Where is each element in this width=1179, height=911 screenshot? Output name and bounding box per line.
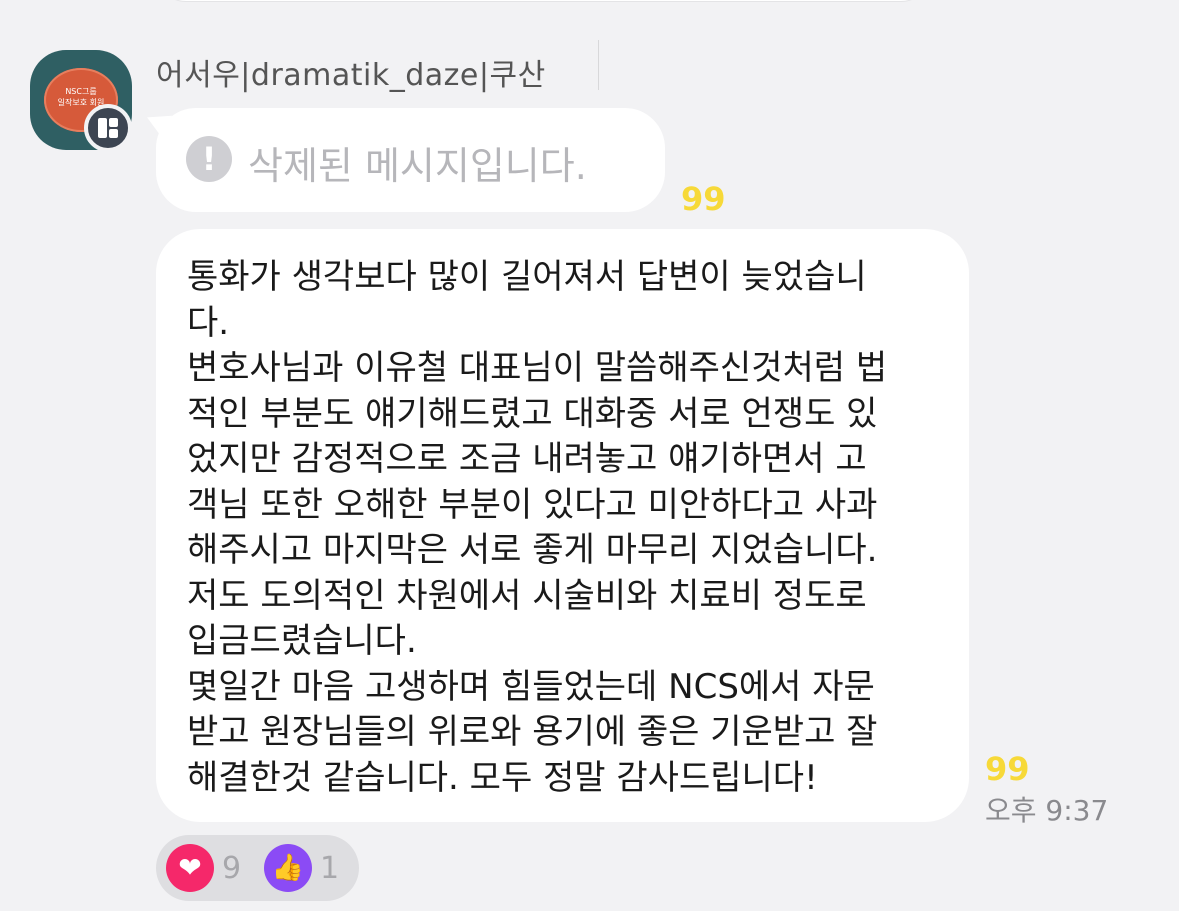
- deleted-message-text: 삭제된 메시지입니다.: [248, 144, 587, 188]
- previous-message-bubble[interactable]: [156, 0, 931, 2]
- divider: [598, 40, 599, 90]
- message-line: 해결한것 같습니다. 모두 정말 감사드립니다!: [187, 757, 818, 798]
- message-line: 객님 또한 오해한 부분이 있다고 미안하다고 사과: [187, 484, 878, 525]
- message-line: 통화가 생각보다 많이 길어져서 답변이 늦었습니: [187, 257, 867, 297]
- heart-icon[interactable]: ❤: [166, 844, 214, 892]
- message-line: 었지만 감정적으로 조금 내려놓고 얘기하면서 고: [187, 439, 867, 479]
- message-line: 받고 원장님들의 위로와 용기에 좋은 기운받고 잘: [187, 712, 878, 752]
- thumbs-up-icon[interactable]: 👍: [264, 844, 312, 892]
- message-line: 변호사님과 이유철 대표님이 말씀해주신것처럼 법: [187, 348, 888, 388]
- unread-count: 99: [985, 750, 1030, 788]
- unread-count: 99: [681, 180, 726, 218]
- message-line: 해주시고 마지막은 서로 좋게 마무리 지었습니다.: [187, 530, 878, 570]
- message-timestamp: 오후 9:37: [985, 794, 1109, 827]
- thumbs-up-count: 1: [320, 851, 340, 886]
- exclamation-icon: !: [186, 136, 232, 182]
- message-line: 저도 도의적인 차원에서 시술비와 치료비 정도로: [187, 575, 867, 616]
- message-line: 몇일간 마음 고생하며 힘들었는데 NCS에서 자문: [187, 666, 875, 707]
- message-line: 입금드렸습니다.: [187, 621, 417, 661]
- message-bubble[interactable]: 통화가 생각보다 많이 길어져서 답변이 늦었습니 다. 변호사님과 이유철 대…: [156, 229, 969, 822]
- message-line: 다.: [187, 302, 230, 343]
- sender-name[interactable]: 어서우|dramatik_daze|쿠산: [156, 50, 546, 94]
- deleted-message-bubble[interactable]: ! 삭제된 메시지입니다.: [156, 108, 665, 212]
- avatar-badge-line1: NSC그룹: [65, 87, 97, 96]
- heart-count: 9: [222, 851, 242, 886]
- reactions-bar[interactable]: ❤ 9 👍 1: [156, 835, 359, 901]
- profile-type-icon: [84, 104, 132, 152]
- message-line: 적인 부분도 얘기해드렸고 대화중 서로 언쟁도 있: [187, 393, 878, 434]
